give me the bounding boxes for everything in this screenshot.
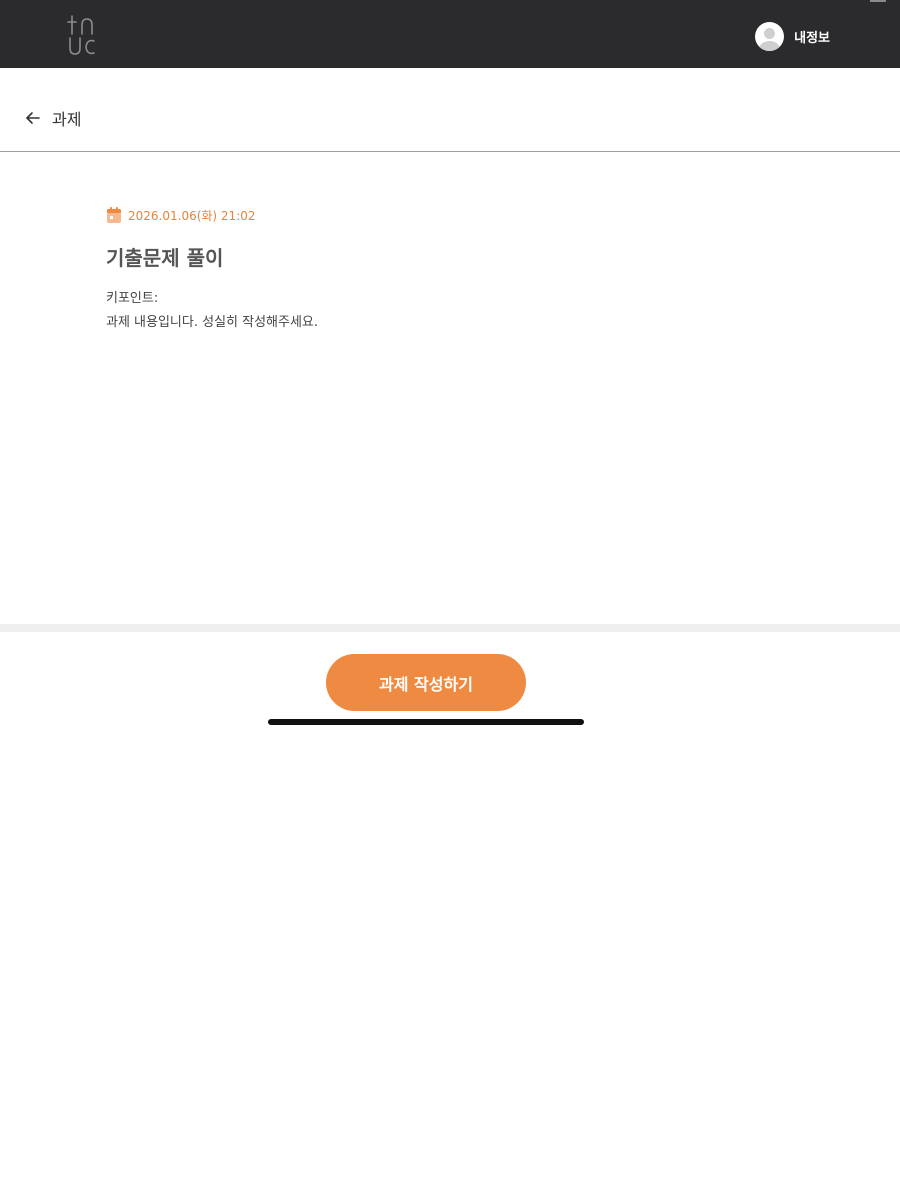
back-button[interactable]: 과제 [24,106,81,130]
assignment-date-row: 2026.01.06(화) 21:02 [106,206,806,224]
top-bar: 내정보 [0,0,900,68]
write-assignment-button[interactable]: 과제 작성하기 [326,654,526,711]
logo-icon[interactable] [64,14,98,58]
assignment-date: 2026.01.06(화) 21:02 [128,208,256,223]
page: 내정보 과제 2026.01.06(화) 21:02 기출문제 풀이 키포인트:… [0,0,900,1200]
home-indicator[interactable] [268,719,584,725]
user-avatar-icon [755,21,785,51]
sub-header: 과제 [0,68,900,152]
assignment-body-line: 과제 내용입니다. 성실히 작성해주세요. [106,315,319,330]
assignment-body-line: 키포인트: [106,291,159,306]
assignment-body: 키포인트: 과제 내용입니다. 성실히 작성해주세요. [106,287,806,335]
assignment-detail: 2026.01.06(화) 21:02 기출문제 풀이 키포인트: 과제 내용입… [106,206,806,335]
my-info-button[interactable]: 내정보 [755,20,830,52]
arrow-left-icon [26,112,40,124]
calendar-icon [107,207,121,223]
page-title: 과제 [52,110,82,129]
status-corner-mark [870,0,886,2]
section-divider [0,624,900,632]
my-info-label: 내정보 [794,30,830,46]
assignment-title: 기출문제 풀이 [106,246,224,270]
